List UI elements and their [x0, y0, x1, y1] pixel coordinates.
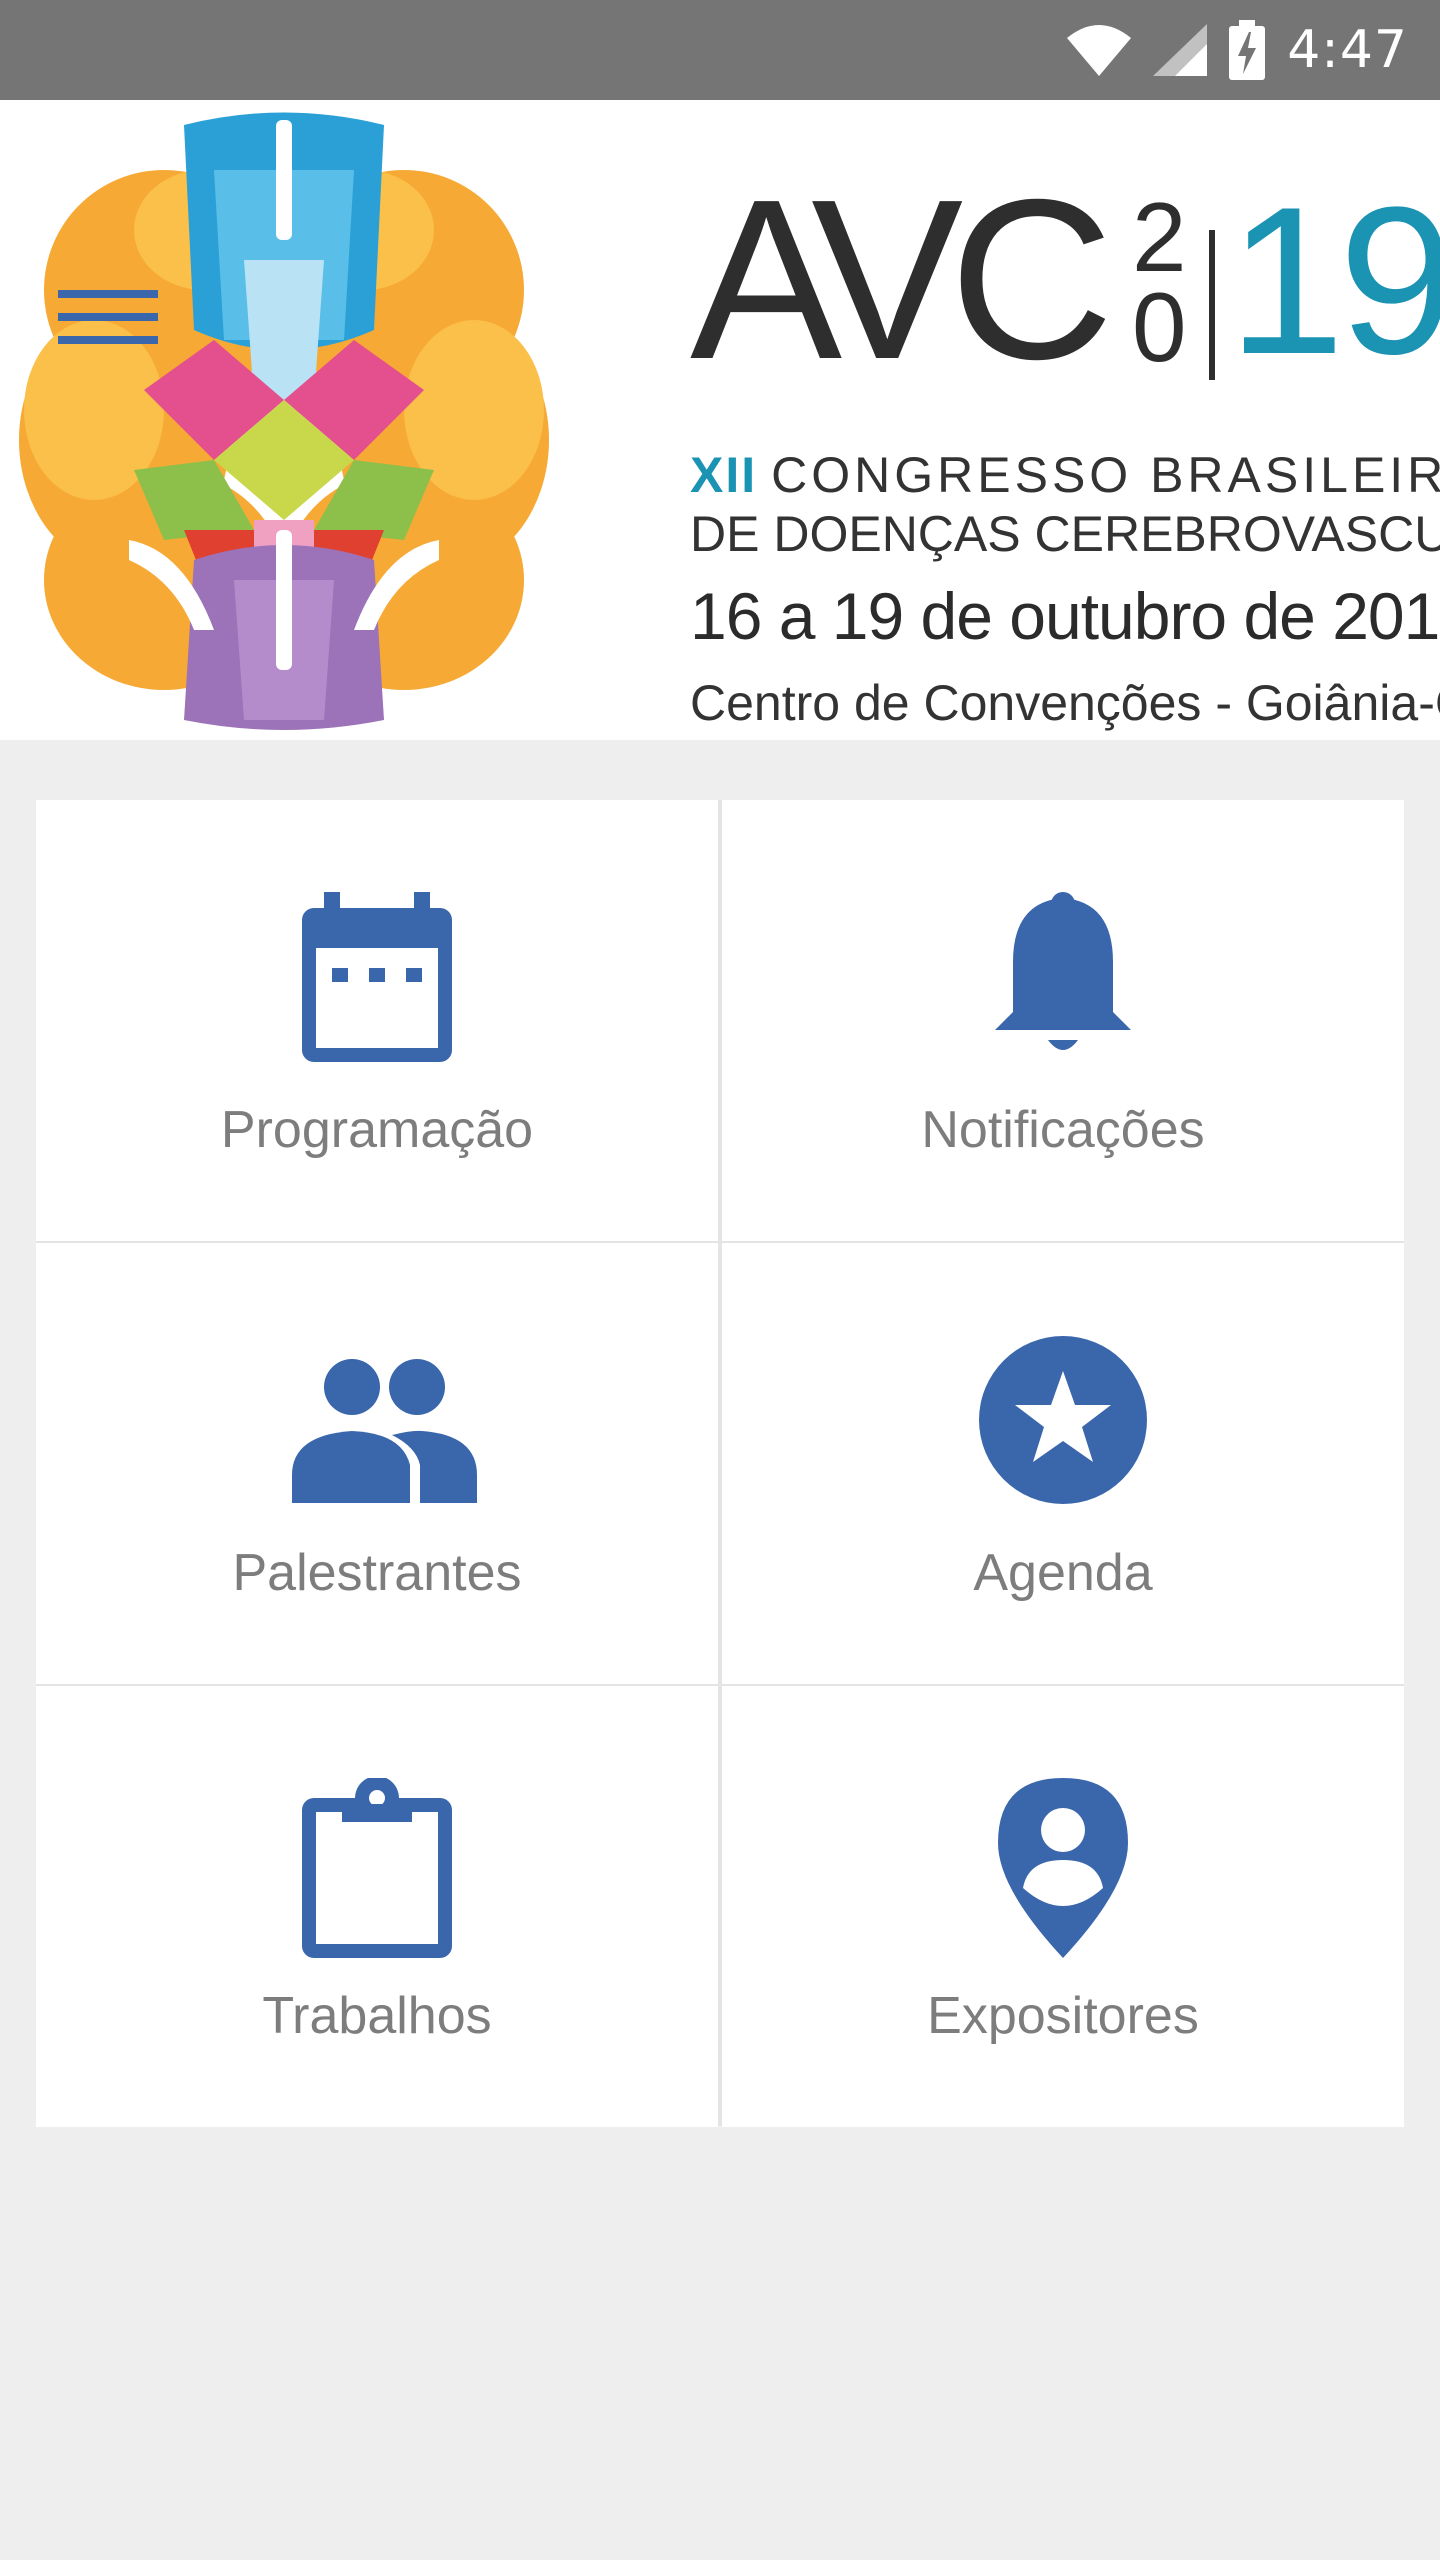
menu-tile-trabalhos[interactable]: Trabalhos — [36, 1686, 718, 2127]
status-icons: 4:47 — [1067, 0, 1408, 100]
logo-year-big: 19 — [1228, 163, 1440, 398]
clock: 4:47 — [1287, 20, 1408, 80]
hamburger-menu-icon[interactable] — [58, 290, 158, 360]
calendar-icon — [292, 892, 462, 1072]
battery-charging-icon — [1229, 20, 1266, 80]
menu-tile-expositores[interactable]: Expositores — [722, 1686, 1404, 2127]
menu-tile-programacao[interactable]: Programação — [36, 800, 718, 1241]
congress-line-1: XII CONGRESSO BRASILEIRO — [690, 446, 1440, 504]
menu-label-trabalhos: Trabalhos — [262, 1987, 492, 2045]
people-icon — [292, 1335, 477, 1515]
star-circle-icon — [978, 1335, 1148, 1515]
logo-avc: AVC — [690, 153, 1114, 407]
wifi-icon — [1067, 24, 1132, 76]
signal-icon — [1153, 24, 1208, 76]
main-menu-grid: Programação Notificações Palestrantes Ag… — [36, 800, 1404, 2127]
location-pin-person-icon — [978, 1778, 1148, 1958]
event-banner: AVC 2 0 19 XII CONGRESSO BRASILEIRO DE DO… — [0, 100, 1440, 740]
congress-line-2: DE DOENÇAS CEREBROVASCULARES — [690, 506, 1440, 562]
menu-label-expositores: Expositores — [927, 1987, 1199, 2045]
menu-label-notificacoes: Notificações — [921, 1101, 1205, 1159]
bell-icon — [978, 892, 1148, 1072]
clipboard-icon — [292, 1778, 462, 1958]
event-venue: Centro de Convenções - Goiânia-GO — [690, 675, 1440, 731]
logo-divider — [1209, 230, 1215, 380]
congress-roman: XII — [690, 447, 758, 503]
menu-label-programacao: Programação — [220, 1101, 534, 1159]
menu-tile-palestrantes[interactable]: Palestrantes — [36, 1243, 718, 1684]
event-dates: 16 a 19 de outubro de 2019 — [690, 579, 1440, 653]
status-bar: 4:47 — [0, 0, 1440, 100]
menu-label-agenda: Agenda — [973, 1544, 1153, 1602]
event-logo-text: AVC 2 0 19 XII CONGRESSO BRASILEIRO DE DO… — [690, 153, 1440, 731]
menu-label-palestrantes: Palestrantes — [232, 1544, 522, 1602]
menu-tile-agenda[interactable]: Agenda — [722, 1243, 1404, 1684]
logo-title: AVC 2 0 19 — [690, 153, 1440, 407]
menu-tile-notificacoes[interactable]: Notificações — [722, 800, 1404, 1241]
logo-year-bottom: 0 — [1132, 272, 1187, 382]
brain-logo — [19, 112, 549, 730]
congress-line-1-text: CONGRESSO BRASILEIRO — [771, 447, 1440, 503]
